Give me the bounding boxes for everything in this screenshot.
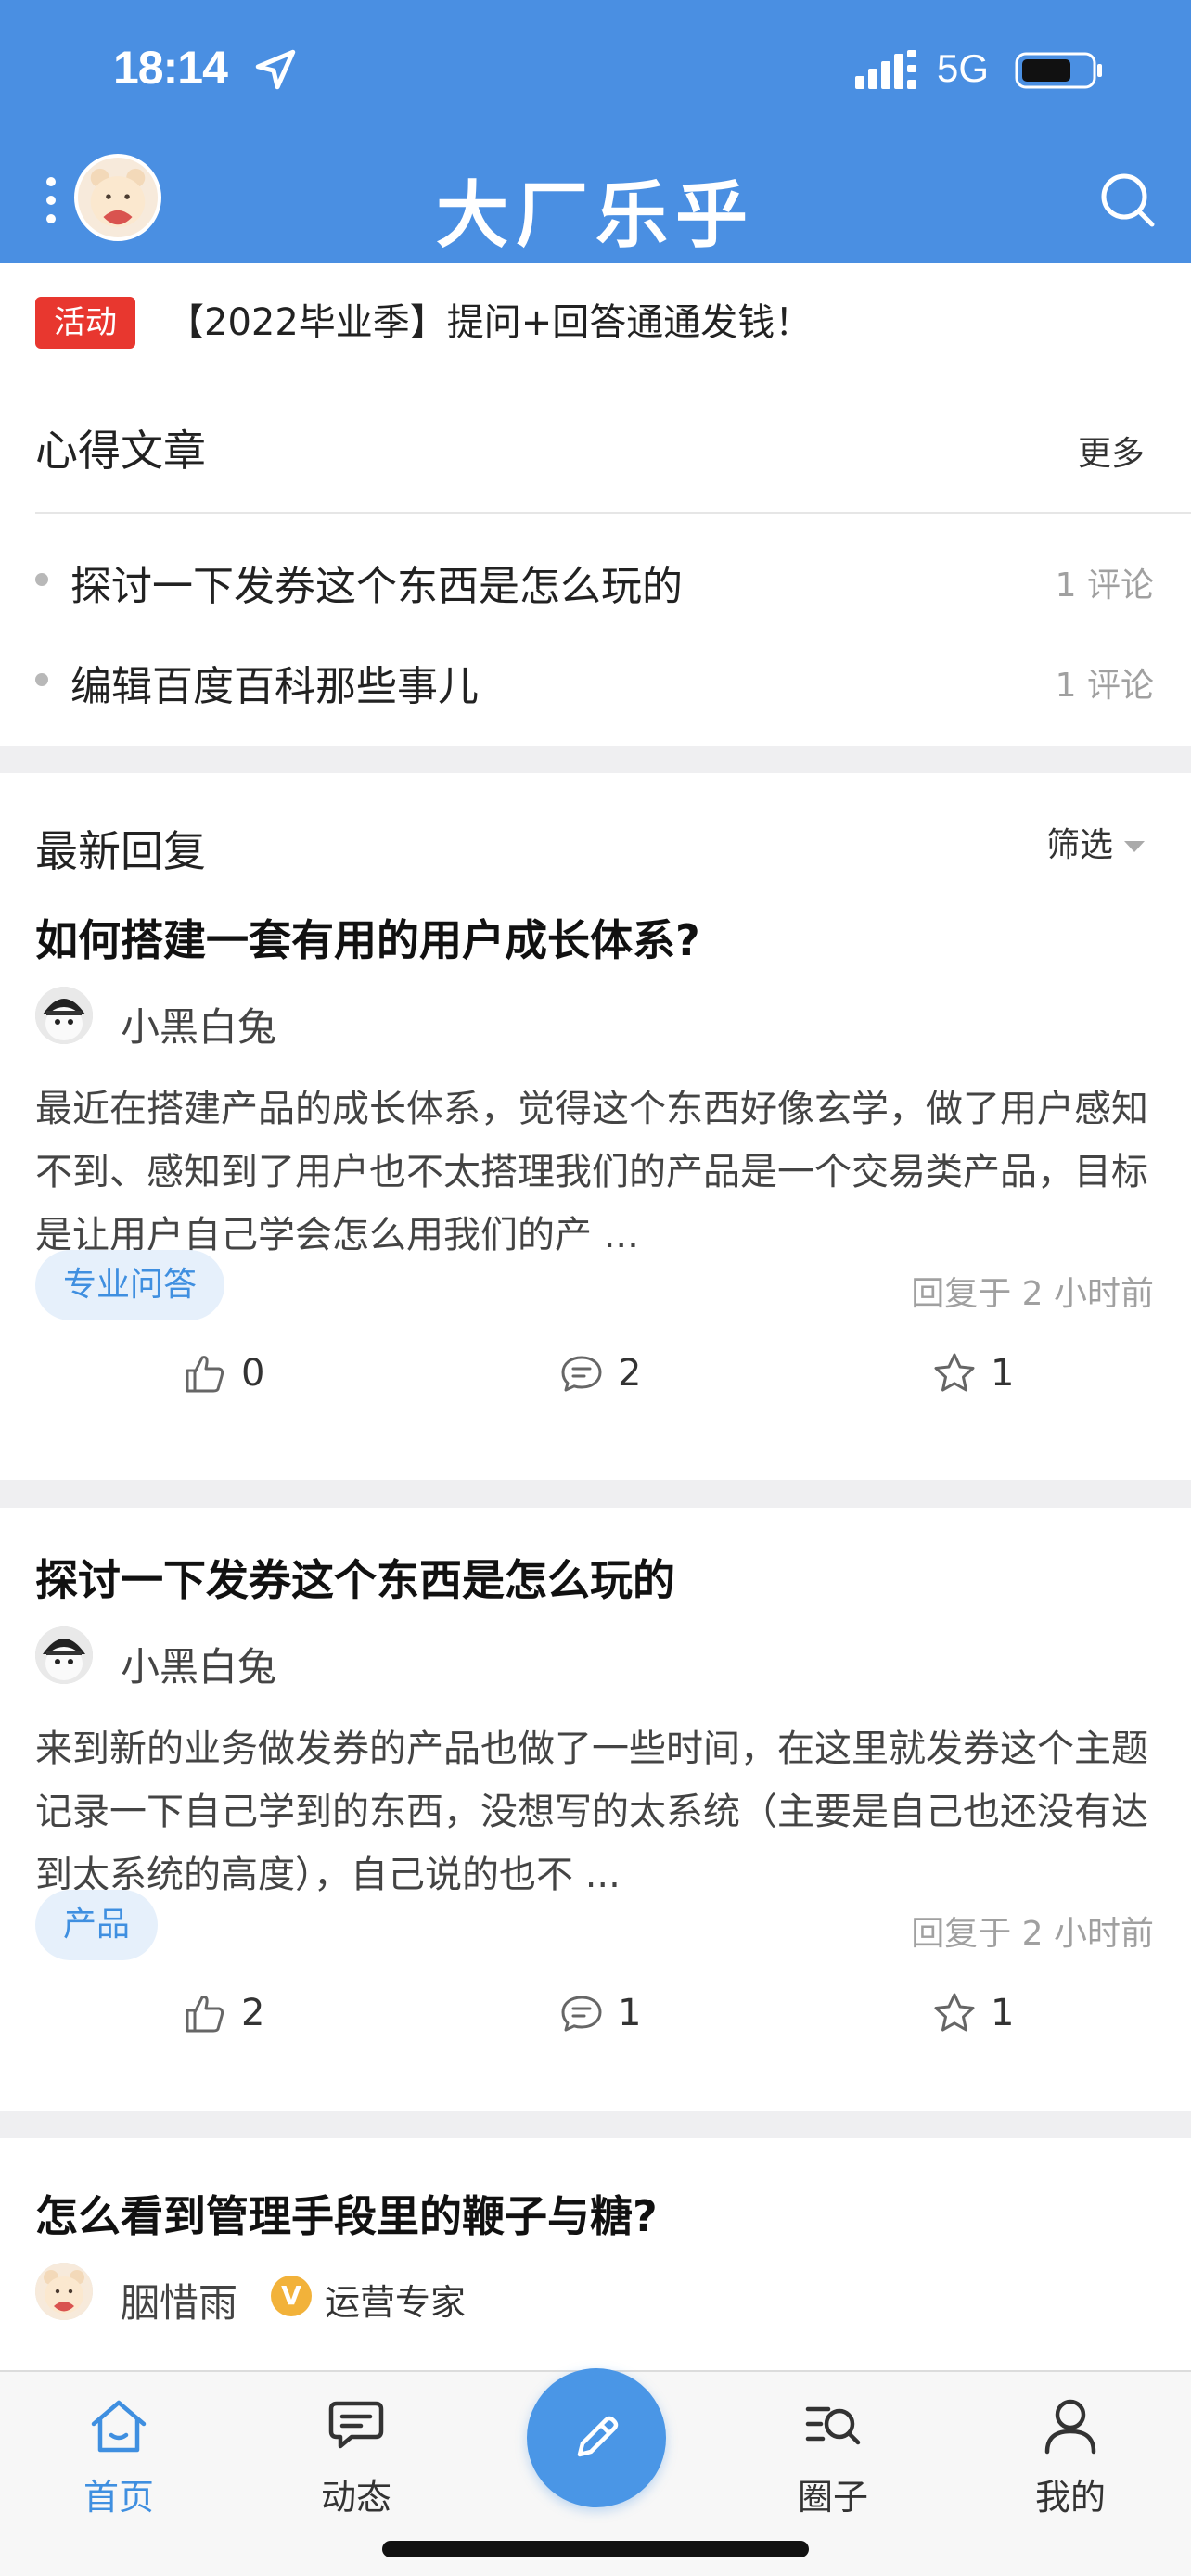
- home-icon: [91, 2400, 147, 2453]
- post-title[interactable]: 探讨一下发券这个东西是怎么玩的: [35, 1547, 675, 1608]
- tab-circles[interactable]: 圈子: [768, 2394, 898, 2524]
- tab-label: 动态: [320, 2477, 391, 2518]
- app-title: 大厂乐乎: [435, 174, 755, 258]
- bullet-dot: [35, 673, 48, 686]
- app-bar: 大厂乐乎: [0, 139, 1191, 263]
- author-name: 小黑白兔: [121, 1644, 277, 1690]
- post-reply-time: 回复于 2 小时前: [911, 1275, 1154, 1313]
- battery-icon: [1015, 52, 1102, 89]
- post-excerpt: 最近在搭建产品的成长体系，觉得这个东西好像玄学，做了用户感知不到、感知到了用户也…: [35, 1088, 1148, 1256]
- circle-search-icon: [805, 2406, 861, 2445]
- article-title: 编辑百度百科那些事儿: [70, 663, 479, 710]
- author-avatar[interactable]: [35, 1626, 93, 1684]
- feed-header: 最新回复 筛选: [0, 773, 1191, 894]
- like-count: 0: [241, 1352, 265, 1395]
- favorite-count: 1: [991, 1352, 1015, 1395]
- article-comment-count: 1 评论: [1055, 567, 1154, 605]
- comment-count: 1: [618, 1992, 642, 2034]
- compose-button[interactable]: [527, 2368, 666, 2507]
- event-banner-link[interactable]: 【2022毕业季】提问+回答通通发钱！: [167, 297, 812, 349]
- post-title[interactable]: 如何搭建一套有用的用户成长体系?: [35, 907, 700, 968]
- author-avatar[interactable]: [35, 2263, 93, 2320]
- tab-me[interactable]: 我的: [1005, 2394, 1135, 2524]
- thumbs-up-icon: [186, 1356, 224, 1393]
- app-header: 18:14 5G 大厂乐乎: [0, 0, 1191, 263]
- bunny-avatar-icon: [35, 1626, 93, 1684]
- author-name: 胭惜雨: [121, 2280, 238, 2326]
- articles-more-link[interactable]: 更多: [1078, 427, 1145, 475]
- tab-label: 圈子: [797, 2477, 868, 2518]
- verified-badge-icon: V: [271, 2276, 312, 2316]
- filter-button[interactable]: 筛选: [1046, 818, 1145, 866]
- author-badge-label: 运营专家: [325, 2282, 467, 2323]
- author-avatar[interactable]: [35, 987, 93, 1044]
- article-comment-count: 1 评论: [1055, 667, 1154, 705]
- user-icon: [1044, 2399, 1096, 2455]
- article-item[interactable]: 探讨一下发券这个东西是怎么玩的 1 评论: [35, 542, 1154, 616]
- signal-icon: [855, 50, 916, 89]
- location-arrow-icon: [255, 49, 296, 90]
- status-time: 18:14: [113, 42, 228, 94]
- post-card[interactable]: 如何搭建一套有用的用户成长体系? 小黑白兔 最近在搭建产品的成长体系，觉得这个东…: [0, 894, 1191, 1480]
- post-reply-time: 回复于 2 小时前: [911, 1915, 1154, 1953]
- author-name: 小黑白兔: [121, 1004, 277, 1050]
- network-label: 5G: [937, 46, 990, 90]
- bear-avatar-icon: [35, 2263, 93, 2320]
- pencil-icon: [577, 2416, 619, 2457]
- status-bar: 18:14 5G: [0, 0, 1191, 139]
- caret-down-icon: [1124, 841, 1145, 852]
- article-title: 探讨一下发券这个东西是怎么玩的: [70, 563, 683, 610]
- articles-section-title: 心得文章: [35, 426, 206, 476]
- comment-bubble-icon: [561, 1996, 602, 2032]
- comment-bubble-icon: [561, 1356, 602, 1392]
- post-excerpt: 来到新的业务做发券的产品也做了一些时间，在这里就发券这个主题记录一下自己学到的东…: [35, 1728, 1148, 1896]
- post-category-tag[interactable]: 专业问答: [35, 1250, 225, 1320]
- feed-section-title: 最新回复: [35, 826, 206, 876]
- top-section: 活动 【2022毕业季】提问+回答通通发钱！ 心得文章 更多 探讨一下发券这个东…: [0, 263, 1191, 746]
- tab-label: 首页: [83, 2477, 154, 2518]
- article-item[interactable]: 编辑百度百科那些事儿 1 评论: [35, 642, 1154, 716]
- bunny-avatar-icon: [35, 987, 93, 1044]
- articles-divider: [35, 512, 1191, 514]
- comment-count: 2: [618, 1352, 642, 1395]
- home-indicator: [382, 2541, 809, 2557]
- post-card[interactable]: 探讨一下发券这个东西是怎么玩的 小黑白兔 来到新的业务做发券的产品也做了一些时间…: [0, 1508, 1191, 2111]
- thumbs-up-icon: [186, 1996, 224, 2033]
- post-category-tag[interactable]: 产品: [35, 1890, 159, 1960]
- tab-label: 我的: [1034, 2477, 1106, 2518]
- post-title[interactable]: 怎么看到管理手段里的鞭子与糖?: [35, 2183, 658, 2244]
- search-icon[interactable]: [1095, 167, 1159, 232]
- post-author[interactable]: 胭惜雨 V 运营专家: [35, 2263, 592, 2329]
- favorite-count: 1: [991, 1992, 1015, 2034]
- filter-label: 筛选: [1045, 826, 1113, 864]
- bullet-dot: [35, 573, 48, 586]
- chat-icon: [328, 2401, 384, 2449]
- tab-home[interactable]: 首页: [54, 2394, 184, 2524]
- event-tag: 活动: [35, 297, 135, 349]
- post-card[interactable]: 怎么看到管理手段里的鞭子与糖? 胭惜雨 V 运营专家: [0, 2138, 1191, 2379]
- star-icon: [934, 1353, 975, 1392]
- like-count: 2: [241, 1992, 265, 2034]
- star-icon: [934, 1993, 975, 2032]
- tab-activity[interactable]: 动态: [291, 2394, 421, 2524]
